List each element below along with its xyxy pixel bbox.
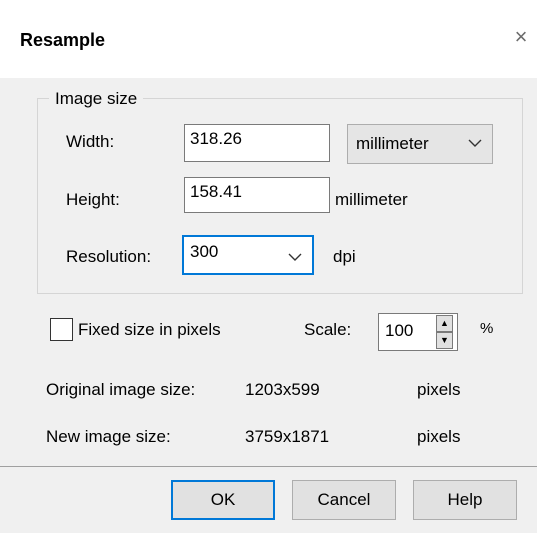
fixed-size-checkbox[interactable] bbox=[50, 318, 73, 341]
separator bbox=[0, 466, 537, 467]
scale-label: Scale: bbox=[304, 320, 352, 339]
original-size-unit: pixels bbox=[417, 380, 461, 399]
scale-stepper[interactable]: 100 ▲ ▼ bbox=[378, 313, 458, 351]
dialog-title: Resample bbox=[20, 30, 106, 50]
unit-select-value: millimeter bbox=[356, 134, 429, 153]
height-field[interactable]: 158.41 bbox=[184, 177, 330, 213]
resolution-select-value: 300 bbox=[190, 242, 219, 261]
help-button[interactable]: Help bbox=[413, 480, 517, 520]
new-size-unit: pixels bbox=[417, 427, 461, 446]
original-size-label: Original image size: bbox=[46, 380, 196, 399]
unit-select[interactable]: millimeter bbox=[347, 124, 493, 164]
original-size-value: 1203x599 bbox=[245, 380, 320, 399]
chevron-down-icon bbox=[468, 139, 482, 147]
width-field[interactable]: 318.26 bbox=[184, 124, 330, 162]
resolution-select[interactable]: 300 bbox=[182, 235, 314, 275]
new-size-value: 3759x1871 bbox=[245, 427, 330, 446]
image-size-legend: Image size bbox=[49, 89, 144, 109]
resolution-label: Resolution: bbox=[66, 247, 152, 266]
triangle-up-icon[interactable]: ▲ bbox=[436, 315, 453, 332]
chevron-down-icon bbox=[288, 253, 302, 261]
height-unit-label: millimeter bbox=[335, 190, 408, 209]
new-size-label: New image size: bbox=[46, 427, 171, 446]
fixed-size-label[interactable]: Fixed size in pixels bbox=[78, 320, 221, 340]
cancel-button[interactable]: Cancel bbox=[292, 480, 396, 520]
triangle-down-icon[interactable]: ▼ bbox=[436, 332, 453, 349]
close-icon[interactable]: × bbox=[508, 22, 534, 52]
ok-button[interactable]: OK bbox=[171, 480, 275, 520]
scale-value: 100 bbox=[385, 321, 414, 340]
resolution-unit-label: dpi bbox=[333, 247, 356, 266]
width-label: Width: bbox=[66, 132, 115, 151]
scale-unit-label: % bbox=[480, 320, 494, 337]
height-label: Height: bbox=[66, 190, 120, 209]
